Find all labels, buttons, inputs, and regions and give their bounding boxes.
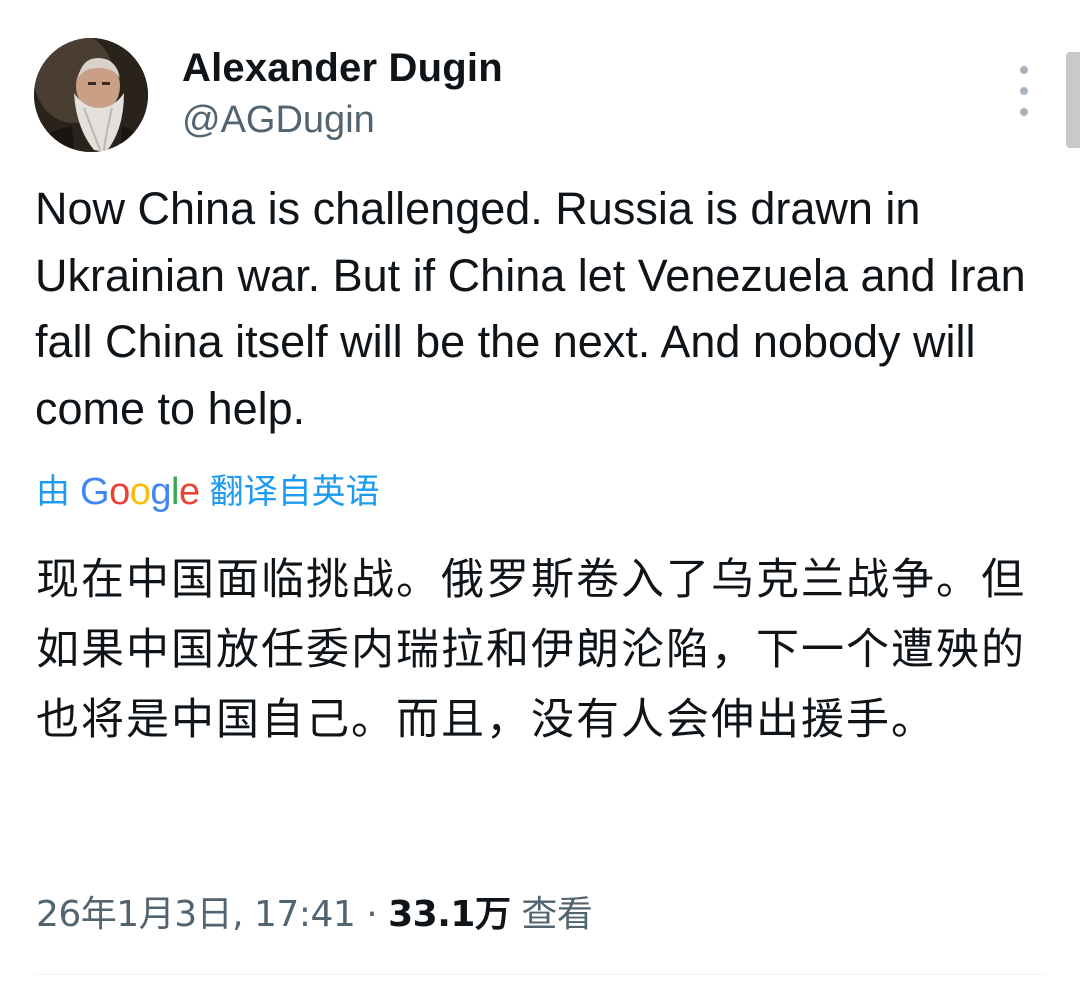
translation-suffix: 翻译自英语: [209, 472, 380, 512]
scrollbar[interactable]: [1066, 52, 1080, 148]
google-logo-letter: G: [80, 471, 110, 513]
avatar-photo: [34, 38, 148, 152]
translated-text: 现在中国面临挑战。俄罗斯卷入了乌克兰战争。但如果中国放任委内瑞拉和伊朗沦陷，下一…: [36, 555, 1026, 745]
translation-prefix: 由: [36, 472, 70, 512]
author-display-name[interactable]: Alexander Dugin: [182, 42, 503, 94]
more-options-button[interactable]: [1014, 66, 1034, 116]
meta-separator: ·: [366, 894, 378, 935]
tweet-header: Alexander Dugin @AGDugin: [34, 38, 1034, 152]
author-handle[interactable]: @AGDugin: [182, 96, 503, 144]
tweet-meta: 26年1月3日, 17:41 · 33.1万 查看: [36, 890, 593, 940]
more-vertical-icon: [1020, 87, 1028, 95]
more-vertical-icon: [1020, 66, 1028, 74]
views-count: 33.1万: [388, 894, 511, 935]
avatar[interactable]: [34, 38, 148, 152]
author-names: Alexander Dugin @AGDugin: [182, 42, 503, 144]
views-label: 查看: [521, 894, 593, 935]
tweet-timestamp[interactable]: 26年1月3日, 17:41: [36, 894, 356, 935]
tweet-text: Now China is challenged. Russia is drawn…: [35, 183, 1026, 434]
translation-attribution[interactable]: 由 Google 翻译自英语: [36, 468, 380, 516]
google-logo-letter: o: [129, 471, 151, 513]
google-logo-letter: o: [109, 471, 130, 513]
google-logo-letter: g: [150, 471, 171, 513]
more-vertical-icon: [1020, 108, 1028, 116]
google-logo-letter: e: [178, 471, 200, 513]
google-logo-letter: l: [170, 471, 179, 513]
divider: [34, 974, 1046, 975]
google-logo: Google: [80, 468, 200, 516]
